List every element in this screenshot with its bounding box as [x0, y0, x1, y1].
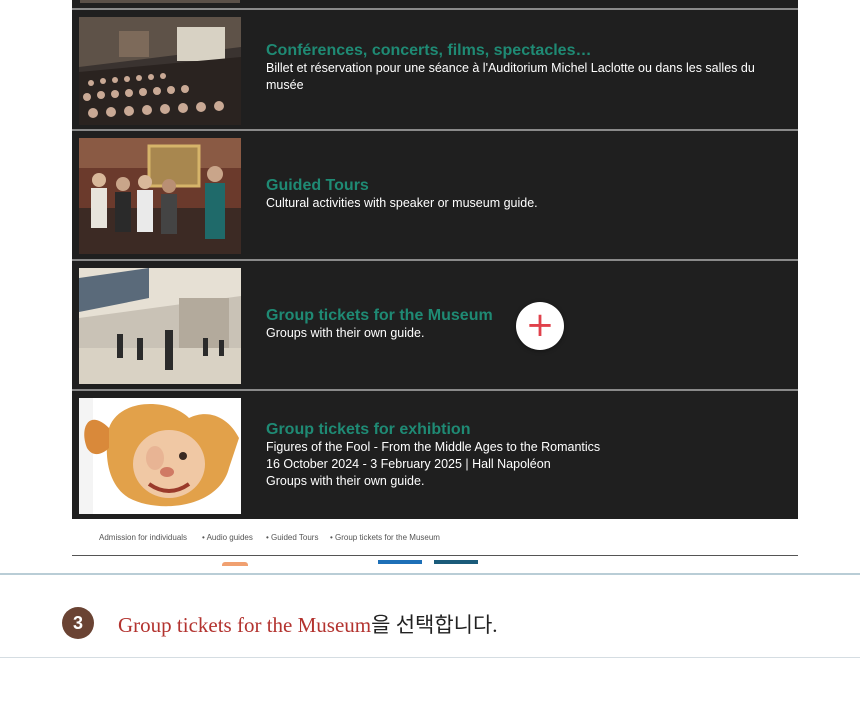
row-guided-tours[interactable]: Guided Tours Cultural activities with sp… [72, 129, 798, 259]
guided-tour-photo-icon [79, 138, 241, 254]
row-description-line: 16 October 2024 - 3 February 2025 | Hall… [266, 457, 551, 471]
row-title[interactable]: Guided Tours [266, 177, 778, 195]
plus-symbol: + [525, 305, 555, 345]
jester-painting-icon [79, 398, 241, 514]
row-text: Conférences, concerts, films, spectacles… [266, 42, 778, 94]
instruction-highlight: Group tickets for the Museum [118, 613, 372, 637]
footer-link[interactable]: • Guided Tours [266, 533, 318, 542]
partner-logo [434, 560, 478, 564]
row-text: Group tickets for exhibtion Figures of t… [266, 421, 778, 490]
instruction-text: Group tickets for the Museum을 선택합니다. [118, 609, 498, 639]
partner-logo [222, 562, 248, 566]
row-text: Guided Tours Cultural activities with sp… [266, 177, 778, 212]
screenshot-frame: Conférences, concerts, films, spectacles… [72, 0, 798, 566]
previous-row-edge [72, 0, 798, 8]
row-conferences[interactable]: Conférences, concerts, films, spectacles… [72, 8, 798, 129]
row-description: Billet et réservation pour une séance à … [266, 61, 755, 92]
row-title[interactable]: Conférences, concerts, films, spectacles… [266, 42, 778, 60]
row-title[interactable]: Group tickets for exhibtion [266, 421, 778, 439]
group-reception-photo-icon [79, 268, 241, 384]
row-description-line: Figures of the Fool - From the Middle Ag… [266, 440, 601, 454]
instruction-suffix: 을 선택합니다. [371, 613, 498, 637]
row-group-tickets-museum[interactable]: Group tickets for the Museum Groups with… [72, 259, 798, 389]
row-description: Cultural activities with speaker or muse… [266, 196, 538, 210]
partner-logos [72, 556, 798, 566]
step-number-badge: 3 [62, 607, 94, 639]
partner-logo [378, 560, 422, 564]
click-indicator-plus-icon: + [516, 302, 564, 350]
footer-link[interactable]: • Audio guides [202, 533, 253, 542]
footer-links: Admission for individuals • Audio guides… [72, 519, 798, 556]
footer-link[interactable]: • Group tickets for the Museum [330, 533, 440, 542]
row-description-line: Groups with their own guide. [266, 474, 425, 488]
divider [0, 657, 860, 658]
row-group-tickets-exhibition[interactable]: Group tickets for exhibtion Figures of t… [72, 389, 798, 521]
previous-row-thumb [80, 0, 240, 3]
auditorium-photo-icon [79, 17, 241, 125]
footer-link[interactable]: Admission for individuals [99, 533, 187, 542]
divider [0, 573, 860, 575]
